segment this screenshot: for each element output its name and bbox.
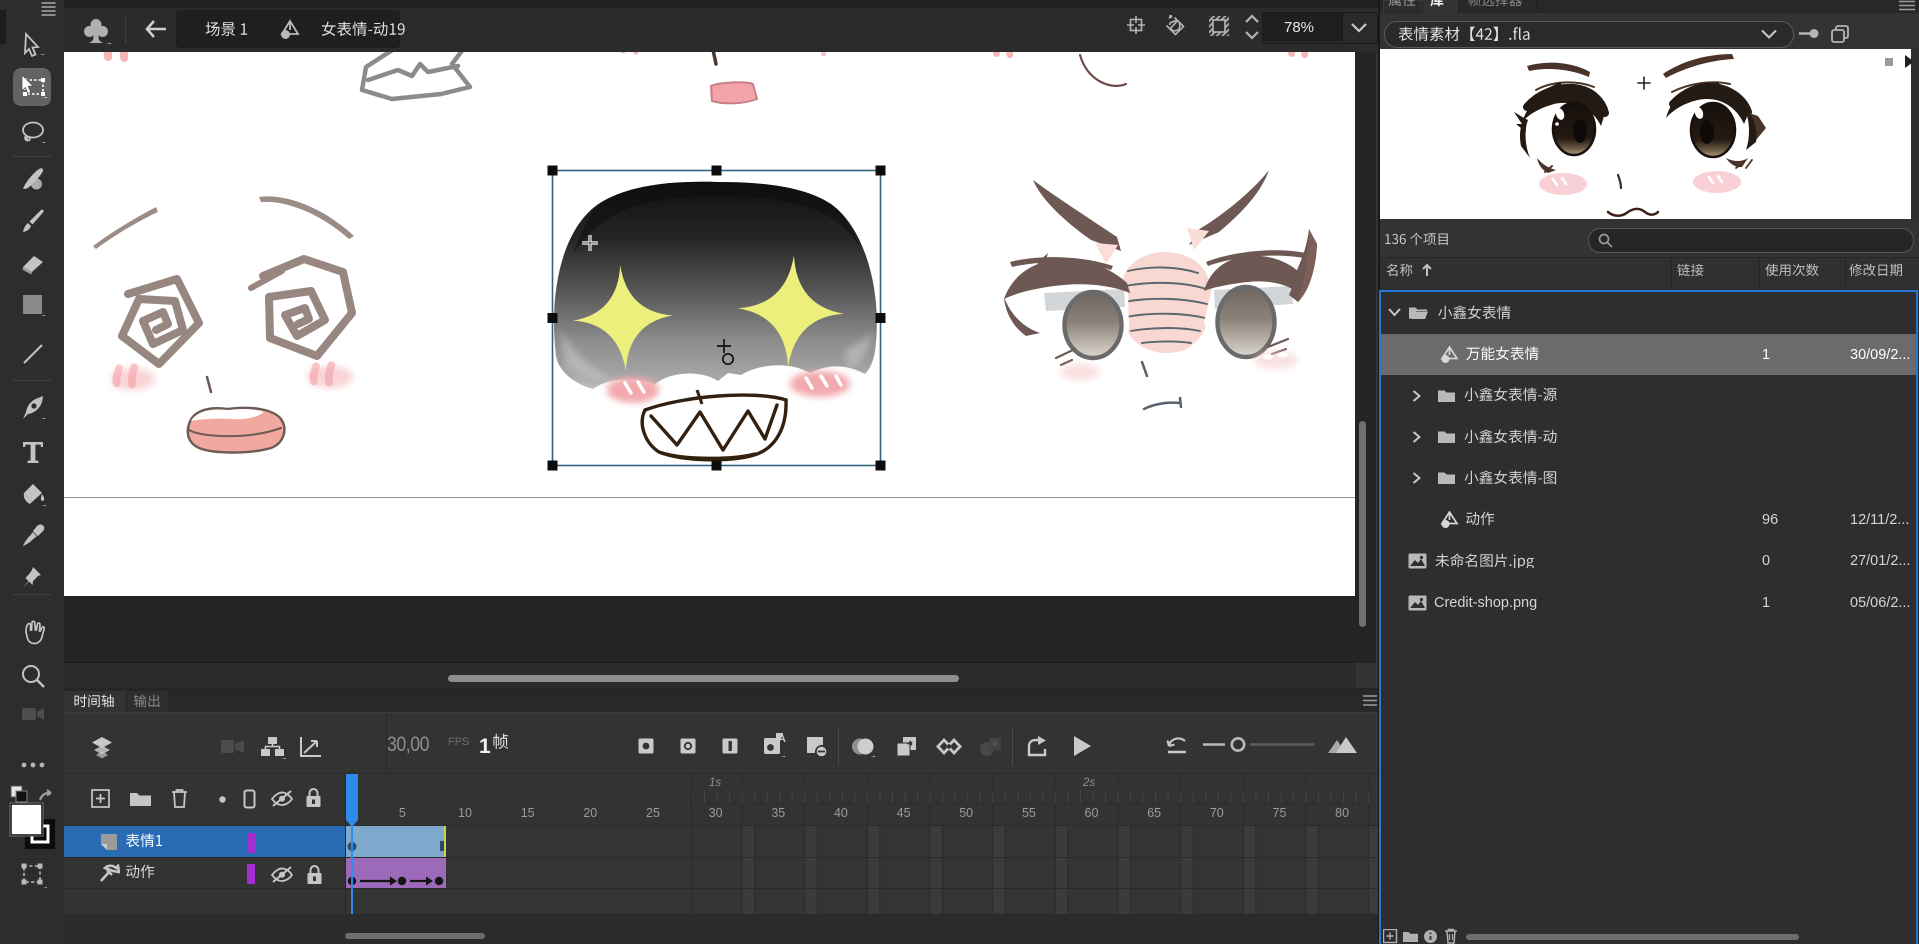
svg-text:5: 5: [399, 806, 406, 820]
svg-text:45: 45: [897, 806, 911, 820]
svg-text:30: 30: [709, 806, 723, 820]
svg-text:65: 65: [1147, 806, 1161, 820]
svg-text:15: 15: [521, 806, 535, 820]
svg-text:25: 25: [646, 806, 660, 820]
svg-text:A: A: [778, 733, 786, 745]
svg-text:70: 70: [1210, 806, 1224, 820]
svg-text:50: 50: [959, 806, 973, 820]
svg-text:40: 40: [834, 806, 848, 820]
svg-text:75: 75: [1273, 806, 1287, 820]
svg-text:10: 10: [458, 806, 472, 820]
svg-text:80: 80: [1335, 806, 1349, 820]
svg-text:35: 35: [771, 806, 785, 820]
svg-text:20: 20: [583, 806, 597, 820]
svg-text:55: 55: [1022, 806, 1036, 820]
svg-text:60: 60: [1085, 806, 1099, 820]
